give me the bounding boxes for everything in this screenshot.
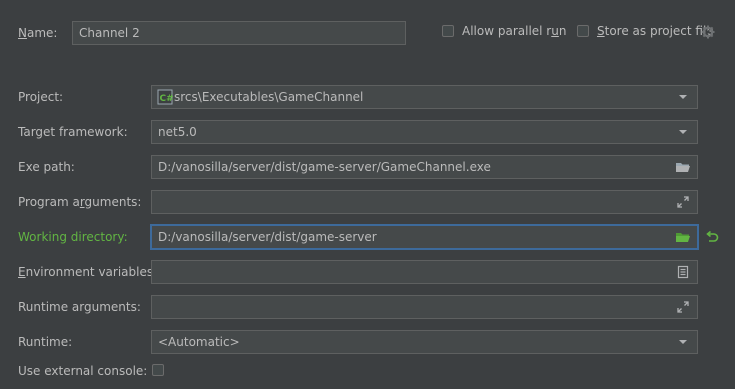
program-arguments-input[interactable] [151,190,698,214]
project-dropdown[interactable]: C# srcs\Executables\GameChannel [151,85,698,109]
svg-text:C#: C# [160,94,174,104]
name-label: Name: [18,26,58,40]
reset-undo-icon[interactable] [704,229,720,245]
exe-path-label: Exe path: [18,160,75,174]
program-arguments-label: Program arguments: [18,195,142,209]
working-directory-input[interactable]: D:/vanosilla/server/dist/game-server [151,225,698,249]
name-input-value: Channel 2 [79,26,140,40]
target-framework-dropdown[interactable]: net5.0 [151,120,698,144]
gear-icon[interactable] [701,25,715,39]
chevron-down-icon [675,124,691,140]
runtime-value: <Automatic> [158,335,240,349]
csharp-project-icon: C# [157,89,173,105]
environment-variables-label: Environment variables: [18,265,158,279]
target-framework-label: Target framework: [18,125,128,139]
allow-parallel-run-checkbox[interactable] [442,25,454,37]
working-directory-value: D:/vanosilla/server/dist/game-server [158,230,377,244]
environment-variables-input[interactable] [151,260,698,284]
store-as-project-file-checkbox[interactable] [577,25,589,37]
chevron-down-icon [675,89,691,105]
working-directory-label: Working directory: [18,230,128,244]
document-list-icon[interactable] [675,264,691,280]
runtime-arguments-label: Runtime arguments: [18,300,141,314]
expand-icon[interactable] [675,299,691,315]
store-as-project-file-label: Store as project file [597,24,714,38]
folder-open-icon[interactable] [675,159,691,175]
project-label: Project: [18,90,64,104]
expand-icon[interactable] [675,194,691,210]
exe-path-value: D:/vanosilla/server/dist/game-server/Gam… [158,160,491,174]
runtime-label: Runtime: [18,335,73,349]
folder-open-icon[interactable] [675,229,691,245]
runtime-arguments-input[interactable] [151,295,698,319]
name-input[interactable]: Channel 2 [72,21,406,45]
target-framework-value: net5.0 [158,125,197,139]
use-external-console-checkbox[interactable] [152,364,164,376]
project-value: srcs\Executables\GameChannel [174,90,364,104]
allow-parallel-run-label: Allow parallel run [462,24,567,38]
chevron-down-icon [675,334,691,350]
runtime-dropdown[interactable]: <Automatic> [151,330,698,354]
use-external-console-label: Use external console: [18,364,148,378]
exe-path-input[interactable]: D:/vanosilla/server/dist/game-server/Gam… [151,155,698,179]
